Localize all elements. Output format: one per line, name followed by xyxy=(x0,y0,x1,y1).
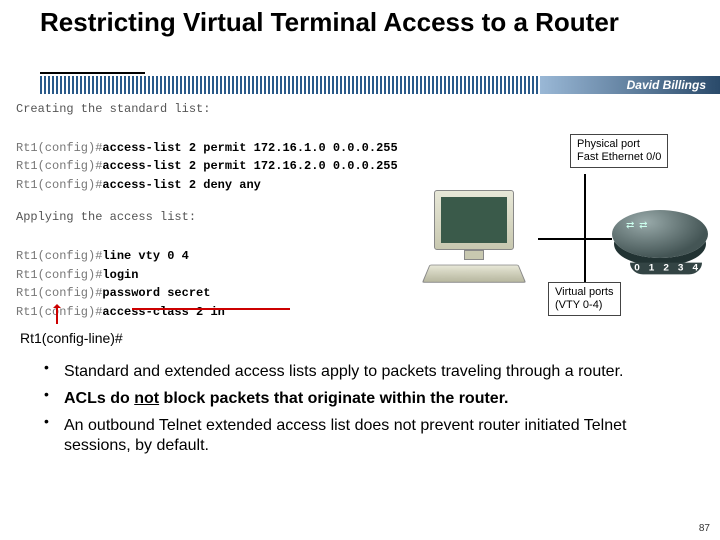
code-line: Rt1(config)#access-list 2 permit 172.16.… xyxy=(16,139,416,158)
code-line: Rt1(config)#password secret xyxy=(16,284,416,303)
code-block: Creating the standard list: Rt1(config)#… xyxy=(16,100,416,321)
code-header-apply: Applying the access list: xyxy=(16,208,416,227)
code-line: Rt1(config)#access-list 2 deny any xyxy=(16,176,416,195)
page-number: 87 xyxy=(699,523,710,534)
router-icon: ⇄ ⇄ xyxy=(612,210,708,258)
bullet-text: not xyxy=(134,390,159,407)
network-diagram: Physical port Fast Ethernet 0/0 Virtual … xyxy=(420,130,710,320)
physical-port-callout: Physical port Fast Ethernet 0/0 xyxy=(570,134,668,168)
link-line xyxy=(584,238,612,240)
router-port-numbers: 0 1 2 3 4 xyxy=(630,263,702,275)
bullet-item: Standard and extended access lists apply… xyxy=(40,362,690,383)
virtual-ports-callout: Virtual ports (VTY 0-4) xyxy=(548,282,621,316)
port-num: 1 xyxy=(649,264,655,274)
link-line xyxy=(584,174,586,282)
callout-text: Virtual ports xyxy=(555,286,614,299)
callout-text: Fast Ethernet 0/0 xyxy=(577,151,661,164)
port-num: 0 xyxy=(634,264,640,274)
computer-icon xyxy=(420,190,540,290)
bullet-list: Standard and extended access lists apply… xyxy=(40,362,690,463)
port-num: 3 xyxy=(678,264,684,274)
callout-text: Physical port xyxy=(577,138,661,151)
bullet-item: An outbound Telnet extended access list … xyxy=(40,416,690,458)
bullet-item: ACLs do not block packets that originate… xyxy=(40,389,690,410)
port-num: 4 xyxy=(692,264,698,274)
callout-text: (VTY 0-4) xyxy=(555,299,614,312)
code-header-create: Creating the standard list: xyxy=(16,100,416,119)
slide-title: Restricting Virtual Terminal Access to a… xyxy=(0,0,720,39)
code-line: Rt1(config)#login xyxy=(16,266,416,285)
red-arrow-icon xyxy=(56,306,58,324)
code-line: Rt1(config)#line vty 0 4 xyxy=(16,247,416,266)
bullet-text: ACLs do xyxy=(64,390,134,407)
code-line: Rt1(config)#access-class 2 in xyxy=(16,303,416,322)
red-underline xyxy=(132,308,290,310)
bullet-text: block packets that originate within the … xyxy=(159,390,508,407)
prompt-label: Rt1(config-line)# xyxy=(20,330,123,346)
port-num: 2 xyxy=(663,264,669,274)
author-label: David Billings xyxy=(627,76,706,94)
title-underline xyxy=(40,72,145,74)
link-line xyxy=(538,238,586,240)
code-line: Rt1(config)#access-list 2 permit 172.16.… xyxy=(16,157,416,176)
